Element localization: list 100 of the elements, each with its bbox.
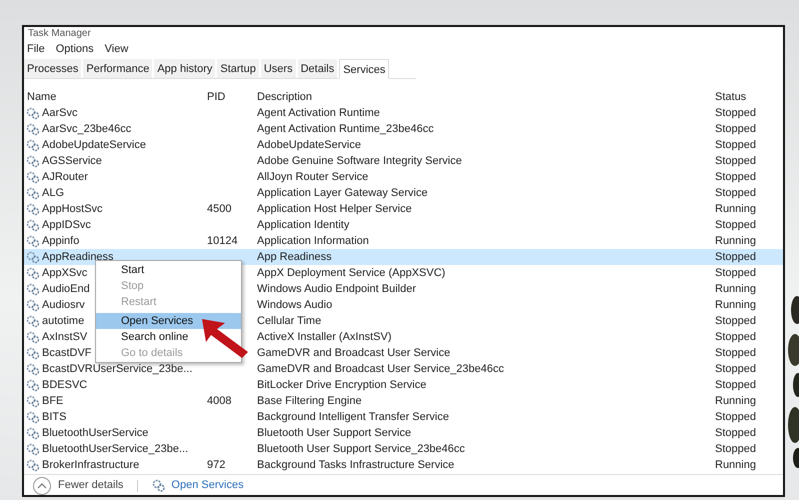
table-cell: Stopped — [715, 187, 756, 199]
tab[interactable]: Users — [260, 59, 296, 78]
gears-icon — [26, 266, 40, 280]
table-cell: Running — [715, 203, 756, 215]
table-cell-text: AppReadiness — [42, 250, 114, 265]
table-cell-text: AppHostSvc — [42, 202, 103, 217]
table-cell-text: AarSvc_23be46cc — [42, 122, 132, 137]
table-cell-text: Audiosrv — [42, 298, 85, 313]
table-cell: BitLocker Drive Encryption Service — [257, 379, 426, 391]
collapse-icon[interactable] — [32, 476, 52, 495]
table-cell-text: BluetoothUserService_23be... — [42, 442, 188, 457]
gears-icon — [26, 378, 40, 392]
table-cell: Running — [715, 235, 756, 247]
table-cell-text: AxInstSV — [42, 330, 88, 345]
table-cell: Stopped — [715, 427, 756, 439]
tab[interactable]: Processes — [24, 59, 82, 78]
table-cell: Application Information — [257, 235, 369, 247]
table-cell-text: AppIDSvc — [42, 218, 91, 233]
table-cell: Running — [715, 459, 756, 471]
table-cell-text: BcastDVRUserService_23be... — [42, 362, 192, 377]
gears-icon — [26, 250, 40, 264]
table-cell: Agent Activation Runtime_23be46cc — [257, 123, 434, 135]
table-cell: Stopped — [715, 139, 756, 151]
gears-icon — [26, 154, 40, 168]
table-cell: AppX Deployment Service (AppXSVC) — [257, 267, 446, 279]
table-cell-text: AppXSvc — [42, 266, 88, 281]
table-cell: Background Tasks Infrastructure Service — [257, 459, 454, 471]
table-cell-text: Appinfo — [42, 234, 80, 249]
gears-icon — [26, 426, 40, 440]
column-header[interactable]: PID — [204, 89, 254, 105]
menu-item[interactable]: Options — [56, 40, 94, 58]
table-cell: ActiveX Installer (AxInstSV) — [257, 331, 392, 343]
table-cell: Running — [715, 283, 756, 295]
gears-icon — [26, 314, 40, 328]
menu-item[interactable]: Start — [96, 262, 152, 278]
table-cell: Stopped — [715, 363, 756, 375]
tab[interactable]: App history — [154, 59, 216, 78]
table-cell: Stopped — [715, 251, 756, 263]
fewer-details-button[interactable]: Fewer details — [58, 477, 124, 494]
table-cell: Agent Activation Runtime — [257, 107, 380, 119]
gears-icon — [26, 298, 40, 312]
menu-item[interactable]: File — [27, 40, 45, 58]
table-cell: Base Filtering Engine — [257, 395, 362, 407]
table-cell-text: BcastDVF — [42, 346, 92, 361]
table-cell: Stopped — [715, 107, 756, 119]
table-cell: Stopped — [715, 347, 756, 359]
table-cell-text: AJRouter — [42, 170, 88, 185]
tab[interactable]: Startup — [217, 59, 259, 78]
column-header[interactable]: Description — [254, 89, 712, 105]
table-cell-text: AarSvc — [42, 106, 78, 121]
gears-icon — [26, 458, 40, 472]
table-cell: Stopped — [715, 315, 756, 327]
table-cell: Bluetooth User Support Service — [257, 427, 412, 439]
table-cell: AdobeUpdateService — [257, 139, 361, 151]
gears-icon — [26, 394, 40, 408]
table-cell-text: BluetoothUserService — [42, 426, 148, 441]
table-cell: Adobe Genuine Software Integrity Service — [257, 155, 462, 167]
table-cell: Background Intelligent Transfer Service — [257, 411, 449, 423]
table-cell: Application Layer Gateway Service — [257, 187, 428, 199]
gears-icon — [26, 442, 40, 456]
table-cell: Application Identity — [257, 219, 350, 231]
selected-row[interactable]: AppReadiness App Readiness Stopped — [24, 249, 783, 265]
table-cell: Application Host Helper Service — [257, 203, 412, 215]
gears-icon — [152, 479, 166, 492]
tab[interactable]: Services — [339, 59, 390, 79]
table-cell-text: ALG — [42, 186, 64, 201]
table-cell-text: autotime — [42, 314, 84, 329]
table-cell: Running — [715, 299, 756, 311]
table-cell: 4500 — [207, 203, 232, 215]
menu-item[interactable]: Open Services — [96, 313, 241, 329]
gears-icon — [26, 138, 40, 152]
menu-item[interactable]: Search online — [96, 329, 196, 345]
tab[interactable]: Details — [298, 59, 338, 78]
column-header[interactable]: Status — [712, 89, 783, 105]
column-header[interactable]: Name — [24, 89, 204, 105]
table-cell: Stopped — [715, 411, 756, 423]
open-services-link[interactable]: Open Services — [171, 477, 244, 494]
gears-icon — [26, 362, 40, 376]
table-cell-text: AdobeUpdateService — [42, 138, 146, 153]
table-cell: Windows Audio — [257, 299, 332, 311]
tab[interactable]: Performance — [83, 59, 152, 78]
table-cell: Stopped — [715, 123, 756, 135]
table-cell-text: BDESVC — [42, 378, 88, 393]
table-cell: Cellular Time — [257, 315, 322, 327]
table-cell: Stopped — [715, 443, 756, 455]
table-cell: 972 — [207, 459, 226, 471]
gears-icon — [26, 170, 40, 184]
table-cell: Stopped — [715, 331, 756, 343]
table-cell: Stopped — [715, 171, 756, 183]
table-cell: Stopped — [715, 155, 756, 167]
table-cell: GameDVR and Broadcast User Service_23be46cc — [257, 363, 504, 375]
table-cell: Stopped — [715, 219, 756, 231]
menu-item[interactable]: View — [104, 40, 128, 58]
table-cell-text: BFE — [42, 394, 64, 409]
gears-icon — [26, 330, 40, 344]
window-title: Task Manager — [28, 27, 92, 41]
table-cell: 10124 — [207, 235, 238, 247]
table-cell: GameDVR and Broadcast User Service — [257, 347, 450, 359]
table-cell: App Readiness — [257, 251, 332, 263]
table-cell: Windows Audio Endpoint Builder — [257, 283, 416, 295]
